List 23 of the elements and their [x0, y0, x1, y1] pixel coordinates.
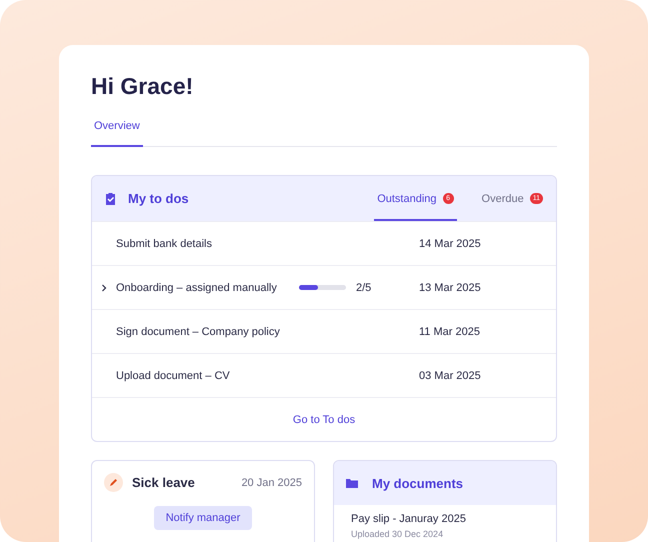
- todo-date: 14 Mar 2025: [419, 238, 481, 250]
- todos-link[interactable]: Go to To dos: [292, 414, 356, 426]
- todo-date: 13 Mar 2025: [419, 282, 481, 294]
- pen-icon: [104, 473, 123, 492]
- notify-button[interactable]: Notify manager: [154, 506, 252, 530]
- todo-title: Sign document – Company policy: [116, 326, 280, 338]
- greeting: Hi Grace!: [91, 73, 194, 100]
- folder-icon: [346, 478, 358, 488]
- todo-date: 11 Mar 2025: [419, 326, 480, 338]
- todo-title: Submit bank details: [116, 238, 212, 250]
- panel-title: My to dos: [128, 191, 189, 206]
- leave-date: 20 Jan 2025: [241, 476, 302, 488]
- document-name[interactable]: Pay slip - Januray 2025: [351, 513, 539, 525]
- clipboard-check-icon: [105, 192, 116, 205]
- todo-date: 03 Mar 2025: [419, 370, 481, 382]
- panel-title: My documents: [372, 476, 464, 490]
- progress-count: 2/5: [356, 282, 372, 294]
- chevron-icon[interactable]: [100, 284, 108, 292]
- todo-title: Upload document – CV: [116, 370, 230, 382]
- overview-tab[interactable]: Overview: [91, 116, 143, 147]
- leave-title: Sick leave: [132, 475, 196, 490]
- document-meta: Uploaded 30 Dec 2024: [351, 529, 444, 539]
- todo-title: Onboarding – assigned manually: [116, 282, 277, 294]
